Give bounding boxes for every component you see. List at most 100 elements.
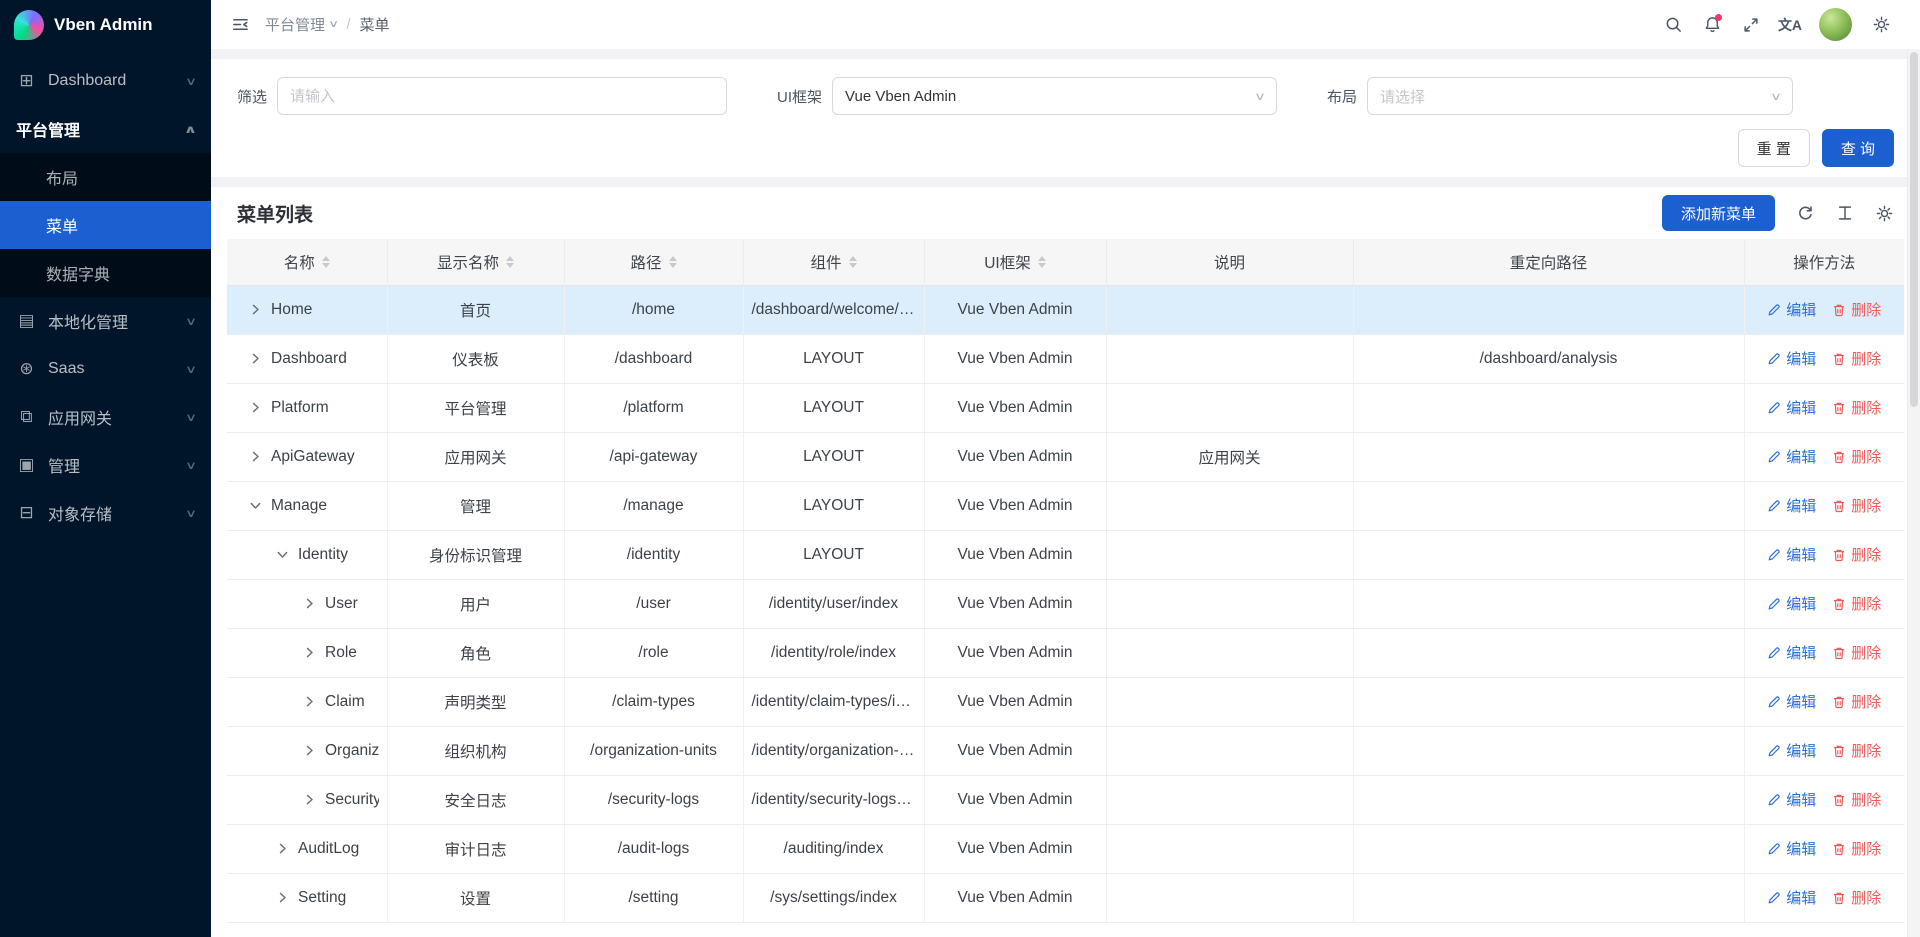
column-header-display[interactable]: 显示名称 [387,239,564,285]
table-row[interactable]: Role角色/role/identity/role/indexVue Vben … [227,628,1904,677]
edit-button[interactable]: 编辑 [1767,838,1816,859]
scrollbar-thumb[interactable] [1910,52,1918,407]
user-avatar[interactable] [1819,8,1852,41]
table-row[interactable]: ApiGateway应用网关/api-gatewayLAYOUTVue Vben… [227,432,1904,481]
delete-button[interactable]: 删除 [1832,446,1881,467]
delete-button[interactable]: 删除 [1832,642,1881,663]
sort-icon[interactable] [322,256,330,268]
table-row[interactable]: Security...安全日志/security-logs/identity/s… [227,775,1904,824]
reset-button[interactable]: 重 置 [1738,129,1810,167]
sidebar-item-api-gateway[interactable]: ⧉应用网关∨ [0,393,211,441]
delete-button[interactable]: 删除 [1832,740,1881,761]
column-header-framework[interactable]: UI框架 [924,239,1106,285]
sidebar-item-manage[interactable]: ▣管理∨ [0,441,211,489]
ui-framework-select[interactable]: Vue Vben Admin ∨ [832,77,1277,115]
chevron-right-icon[interactable] [249,352,262,365]
edit-button[interactable]: 编辑 [1767,887,1816,908]
filter-panel: 筛选 UI框架 Vue Vben Admin ∨ 布局 请选择 [211,59,1920,177]
sidebar-item-menu[interactable]: 菜单 [0,201,211,249]
delete-button[interactable]: 删除 [1832,495,1881,516]
sidebar-item-layout[interactable]: 布局 [0,153,211,201]
sidebar-item-saas[interactable]: ⊛Saas∨ [0,345,211,393]
sidebar-item-dashboard[interactable]: ⊞Dashboard∨ [0,57,211,105]
vertical-scrollbar[interactable] [1907,49,1920,937]
layout-select[interactable]: 请选择 ∨ [1367,77,1793,115]
row-redirect [1353,579,1744,628]
edit-button[interactable]: 编辑 [1767,299,1816,320]
delete-button[interactable]: 删除 [1832,593,1881,614]
filter-keyword-input[interactable] [277,77,727,115]
notification-button[interactable] [1695,8,1729,42]
breadcrumb-platform[interactable]: 平台管理 ∨ [265,14,337,35]
preferences-button[interactable] [1864,8,1898,42]
chevron-right-icon[interactable] [249,303,262,316]
sort-icon[interactable] [849,256,857,268]
row-component: /identity/organization-u... [743,726,924,775]
sidebar: Vben Admin ⊞Dashboard∨平台管理∧布局菜单数据字典▤本地化管… [0,0,211,937]
delete-button[interactable]: 删除 [1832,789,1881,810]
query-button[interactable]: 查 询 [1822,129,1894,167]
edit-button[interactable]: 编辑 [1767,544,1816,565]
row-height-button[interactable] [1836,204,1854,222]
delete-button[interactable]: 删除 [1832,887,1881,908]
chevron-right-icon[interactable] [249,401,262,414]
table-row[interactable]: Organiz...组织机构/organization-units/identi… [227,726,1904,775]
edit-button[interactable]: 编辑 [1767,495,1816,516]
row-display-name: 设置 [387,873,564,922]
column-header-path[interactable]: 路径 [564,239,743,285]
language-button[interactable]: 文A [1773,8,1807,42]
app-logo[interactable]: Vben Admin [0,0,211,49]
delete-button[interactable]: 删除 [1832,691,1881,712]
sidebar-item-dictionary[interactable]: 数据字典 [0,249,211,297]
edit-button[interactable]: 编辑 [1767,789,1816,810]
table-row[interactable]: User用户/user/identity/user/indexVue Vben … [227,579,1904,628]
table-row[interactable]: Identity身份标识管理/identityLAYOUTVue Vben Ad… [227,530,1904,579]
chevron-right-icon[interactable] [303,793,316,806]
chevron-right-icon[interactable] [249,450,262,463]
table-row[interactable]: Home首页/home/dashboard/welcome/in...Vue V… [227,285,1904,334]
sidebar-item-platform[interactable]: 平台管理∧ [0,105,211,153]
table-row[interactable]: Setting设置/setting/sys/settings/indexVue … [227,873,1904,922]
delete-button[interactable]: 删除 [1832,838,1881,859]
sidebar-collapse-button[interactable] [223,8,257,42]
edit-button[interactable]: 编辑 [1767,348,1816,369]
delete-button[interactable]: 删除 [1832,299,1881,320]
table-row[interactable]: Platform平台管理/platformLAYOUTVue Vben Admi… [227,383,1904,432]
chevron-right-icon[interactable] [303,744,316,757]
chevron-down-icon[interactable] [276,548,289,561]
chevron-right-icon[interactable] [276,842,289,855]
fullscreen-button[interactable] [1734,8,1768,42]
edit-button[interactable]: 编辑 [1767,642,1816,663]
edit-button[interactable]: 编辑 [1767,446,1816,467]
sidebar-item-object-storage[interactable]: ⊟对象存储∨ [0,489,211,537]
chevron-right-icon[interactable] [276,891,289,904]
sort-icon[interactable] [506,256,514,268]
sort-icon[interactable] [1038,256,1046,268]
search-button[interactable] [1656,8,1690,42]
edit-button[interactable]: 编辑 [1767,740,1816,761]
row-display-name: 角色 [387,628,564,677]
chevron-right-icon[interactable] [303,646,316,659]
add-menu-button[interactable]: 添加新菜单 [1662,195,1775,231]
row-display-name: 身份标识管理 [387,530,564,579]
edit-button[interactable]: 编辑 [1767,691,1816,712]
edit-button[interactable]: 编辑 [1767,397,1816,418]
chevron-down-icon[interactable] [249,499,262,512]
table-row[interactable]: Manage管理/manageLAYOUTVue Vben Admin编辑删除 [227,481,1904,530]
column-header-name[interactable]: 名称 [227,239,387,285]
row-description [1106,873,1353,922]
refresh-button[interactable] [1796,204,1815,223]
delete-button[interactable]: 删除 [1832,544,1881,565]
column-header-component[interactable]: 组件 [743,239,924,285]
delete-button[interactable]: 删除 [1832,397,1881,418]
sidebar-item-localization[interactable]: ▤本地化管理∨ [0,297,211,345]
chevron-right-icon[interactable] [303,695,316,708]
sort-icon[interactable] [669,256,677,268]
chevron-right-icon[interactable] [303,597,316,610]
delete-button[interactable]: 删除 [1832,348,1881,369]
edit-button[interactable]: 编辑 [1767,593,1816,614]
table-row[interactable]: Claim声明类型/claim-types/identity/claim-typ… [227,677,1904,726]
table-row[interactable]: Dashboard仪表板/dashboardLAYOUTVue Vben Adm… [227,334,1904,383]
table-row[interactable]: AuditLog审计日志/audit-logs/auditing/indexVu… [227,824,1904,873]
column-settings-button[interactable] [1875,204,1894,223]
